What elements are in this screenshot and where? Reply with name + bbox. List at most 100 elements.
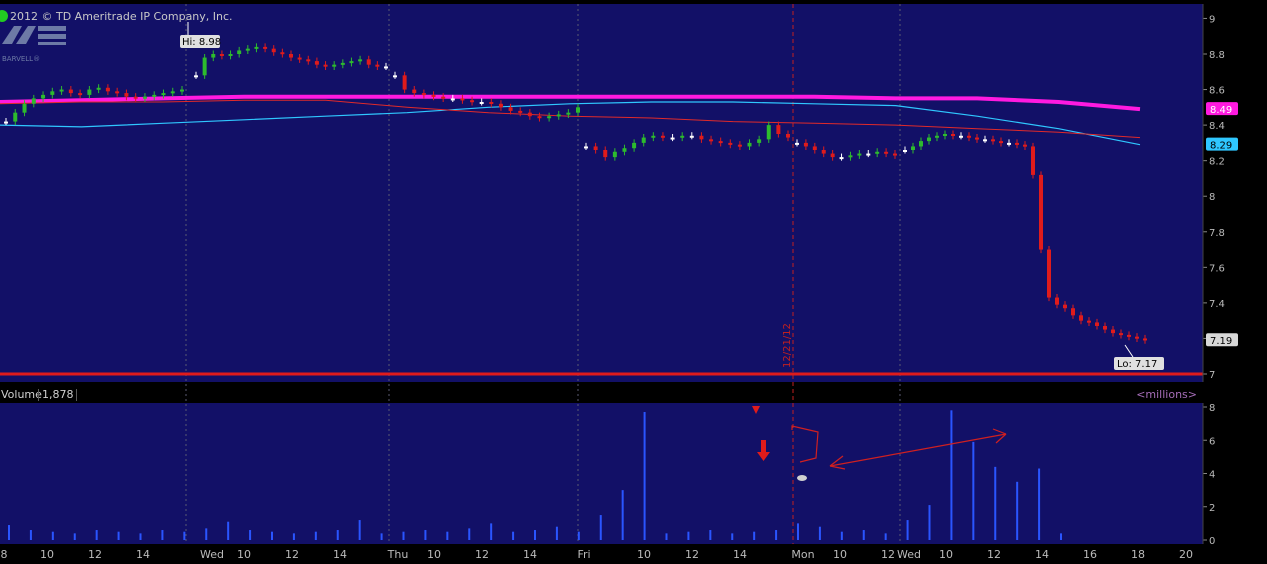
volume-bar-41 — [906, 520, 909, 540]
volume-bar-4 — [95, 530, 98, 540]
candle-15 — [142, 96, 147, 99]
volume-bar-10 — [227, 521, 230, 540]
candle-101 — [935, 135, 939, 138]
candle-51 — [470, 100, 475, 103]
candle-73 — [680, 135, 685, 138]
volume-header-bg — [0, 386, 1203, 403]
candle-120 — [1087, 320, 1091, 323]
candle-54 — [498, 103, 503, 108]
candle-11 — [105, 87, 110, 92]
candle-80 — [747, 142, 752, 147]
volume-value: 1,878 — [42, 388, 74, 401]
volume-bar-16 — [358, 520, 361, 540]
candle-89 — [830, 153, 835, 158]
volume-bar-9 — [205, 528, 208, 540]
candle-55 — [508, 107, 513, 111]
candle-112 — [1023, 144, 1027, 147]
date-marker-label: 12/21/12 — [782, 323, 793, 368]
candle-69 — [641, 137, 646, 143]
candle-46 — [421, 93, 426, 96]
candle-103 — [951, 134, 955, 136]
candle-17 — [161, 93, 166, 96]
candle-111 — [1015, 142, 1019, 145]
price-tick-label-9: 7.4 — [1209, 299, 1225, 310]
x-axis-label-21: 12 — [987, 548, 1001, 561]
candle-100 — [927, 137, 931, 142]
volume-title: Volume — [1, 388, 42, 401]
candle-95 — [884, 151, 889, 154]
x-axis-label-17: 10 — [833, 548, 847, 561]
price-tick-label-5: 8.2 — [1209, 157, 1225, 168]
hi-label: Hi: 8.98 — [182, 37, 221, 48]
volume-bar-29 — [643, 411, 646, 540]
candle-59 — [547, 116, 552, 119]
candle-119 — [1079, 315, 1083, 321]
volume-bar-38 — [840, 531, 843, 540]
volume-bar-20 — [446, 531, 449, 540]
volume-bar-46 — [1016, 481, 1019, 540]
volume-bar-25 — [555, 526, 558, 540]
candle-99 — [919, 141, 923, 147]
candle-76 — [709, 139, 714, 142]
candle-35 — [323, 64, 328, 67]
candle-107 — [983, 139, 987, 142]
candle-2 — [22, 103, 27, 113]
candle-62 — [576, 107, 580, 113]
candle-13 — [124, 93, 129, 97]
volume-bar-21 — [468, 528, 471, 540]
volume-bar-36 — [797, 523, 799, 540]
candle-104 — [959, 135, 963, 138]
volume-bar-26 — [577, 531, 580, 540]
lo-label: Lo: 7.17 — [1117, 359, 1157, 370]
volume-bar-48 — [1060, 533, 1062, 540]
volume-bar-24 — [534, 530, 536, 540]
price-tick-label-6: 8 — [1209, 192, 1215, 203]
volume-value-divider — [76, 389, 77, 401]
x-axis-label-5: 10 — [237, 548, 251, 561]
x-axis-label-15: 14 — [733, 548, 747, 561]
volume-bar-22 — [490, 523, 493, 540]
candle-116 — [1055, 297, 1059, 305]
x-axis-label-19: Wed — [897, 548, 921, 561]
volume-bar-27 — [599, 515, 602, 540]
candle-122 — [1103, 326, 1107, 330]
volume-bar-44 — [972, 441, 975, 540]
candle-29 — [271, 48, 276, 53]
volume-bar-14 — [314, 531, 317, 540]
price-panel-bg — [0, 4, 1203, 382]
volume-bar-0 — [8, 525, 10, 540]
price-tick-label-1: 9 — [1209, 14, 1215, 25]
x-axis-label-13: 10 — [637, 548, 651, 561]
volume-bar-43 — [950, 410, 953, 540]
candle-108 — [991, 139, 995, 142]
volume-bar-2 — [51, 531, 54, 540]
volume-bar-11 — [249, 530, 252, 540]
price-tick-label-2: 8.8 — [1209, 50, 1225, 61]
volume-bar-28 — [621, 490, 624, 540]
volume-bar-33 — [731, 533, 734, 540]
candle-4 — [41, 94, 46, 99]
candle-38 — [349, 61, 354, 64]
candle-125 — [1127, 334, 1131, 337]
candle-25 — [237, 50, 242, 54]
x-axis-label-14: 12 — [685, 548, 699, 561]
candle-8 — [78, 93, 83, 96]
candle-121 — [1095, 322, 1099, 326]
volume-bar-45 — [994, 466, 997, 540]
candle-67 — [622, 148, 627, 152]
x-axis-label-3: 14 — [136, 548, 150, 561]
x-axis-label-23: 16 — [1083, 548, 1097, 561]
candle-66 — [612, 151, 617, 158]
candle-52 — [479, 102, 484, 104]
badge-last: 7.19 — [1210, 336, 1232, 347]
candle-118 — [1071, 308, 1075, 316]
candle-57 — [527, 112, 532, 117]
candle-94 — [875, 151, 880, 154]
candle-45 — [412, 89, 417, 94]
candle-115 — [1047, 249, 1051, 298]
candle-32 — [297, 57, 302, 60]
x-axis-label-20: 10 — [939, 548, 953, 561]
x-axis-label-11: 14 — [523, 548, 537, 561]
volume-tick-label-2: 4 — [1209, 470, 1215, 481]
chart-window: 9.298.88.68.48.287.87.67.47.278.498.297.… — [0, 0, 1267, 564]
